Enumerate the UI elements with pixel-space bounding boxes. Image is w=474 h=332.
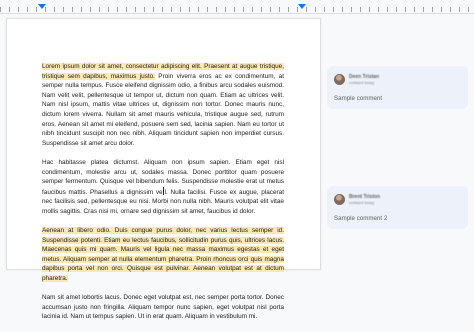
paragraph-2[interactable]: Hac habitasse platea dictumst. Aliquam n… — [42, 158, 284, 217]
paragraph-text: Nam sit amet lobortis lacus. Donec eget … — [42, 294, 284, 321]
comment-timestamp: Unlisted today — [349, 80, 375, 85]
comment-text: Sample comment 2 — [334, 215, 388, 222]
horizontal-ruler[interactable] — [0, 0, 474, 14]
comment-card[interactable]: Deen Tristan Unlisted today Sample comme… — [327, 66, 468, 109]
comment-text: Sample comment — [334, 95, 383, 102]
paragraph-3[interactable]: Aenean at libero odio. Duis congue purus… — [42, 226, 284, 284]
paragraph-text: Proin viverra eros ac ex condimentum, at… — [42, 72, 285, 147]
comment-timestamp: Unlisted today — [349, 200, 375, 205]
right-indent-marker[interactable] — [298, 4, 306, 9]
left-indent-marker[interactable] — [38, 4, 46, 9]
paragraph-1[interactable]: Lorem ipsum dolor sit amet, consectetur … — [42, 62, 284, 148]
ruler-ticks — [0, 7, 474, 12]
avatar — [334, 74, 345, 85]
comment-card[interactable]: Brent Triston Unlisted today Sample comm… — [327, 186, 468, 229]
paragraph-4[interactable]: Nam sit amet lobortis lacus. Donec eget … — [42, 293, 284, 322]
avatar — [334, 194, 345, 205]
document-body[interactable]: Lorem ipsum dolor sit amet, consectetur … — [42, 62, 284, 332]
commented-text-highlight[interactable]: Aenean at libero odio. Duis congue purus… — [42, 227, 284, 283]
